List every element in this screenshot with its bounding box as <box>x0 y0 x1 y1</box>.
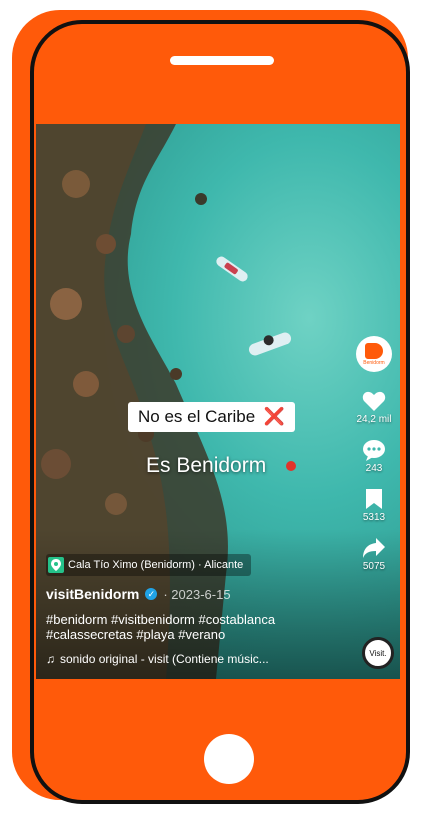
music-note-icon: ♫ <box>46 652 55 666</box>
save-button[interactable]: 5313 <box>363 488 385 523</box>
post-date: · 2023-6-15 <box>163 586 231 602</box>
location-label: Cala Tío Ximo (Benidorm) · Alicante <box>68 559 244 571</box>
comment-icon <box>363 440 385 461</box>
paddleboard-2 <box>248 332 292 356</box>
phone-home-button[interactable] <box>204 734 254 784</box>
sound-row[interactable]: ♫ sonido original - visit (Contiene músi… <box>46 652 269 666</box>
sound-label: sonido original - visit (Contiene músic.… <box>60 652 269 666</box>
music-disc[interactable]: Visit. <box>362 637 394 669</box>
comment-button[interactable]: 243 <box>362 439 386 474</box>
avatar-label: Benidorm <box>363 359 385 366</box>
bookmark-icon <box>366 489 382 509</box>
verified-badge-icon: ✓ <box>145 588 158 600</box>
location-pin-icon <box>48 557 64 573</box>
heart-icon <box>362 391 386 411</box>
post-hashtags[interactable]: #benidorm #visitbenidorm #costablanca #c… <box>46 612 316 642</box>
music-disc-label: Visit. <box>369 648 387 658</box>
video-caption-bottom: Es Benidorm <box>146 454 297 478</box>
share-count: 5075 <box>362 561 386 572</box>
paddleboard-1 <box>216 256 248 282</box>
action-sidebar: Benidorm 24,2 mil 243 5313 5075 <box>354 336 394 572</box>
video-caption-top: No es el Caribe ❌ <box>128 402 296 432</box>
like-count: 24,2 mil <box>356 414 392 425</box>
benidorm-logo-icon <box>365 342 383 359</box>
like-button[interactable]: 24,2 mil <box>356 390 392 425</box>
video-screen[interactable]: No es el Caribe ❌ Es Benidorm Cala Tío X… <box>36 124 400 679</box>
phone-speaker <box>170 56 274 65</box>
comment-count: 243 <box>365 463 383 474</box>
cross-mark-icon: ❌ <box>263 407 286 426</box>
location-tag[interactable]: Cala Tío Ximo (Benidorm) · Alicante <box>46 554 252 576</box>
share-button[interactable]: 5075 <box>362 537 386 572</box>
author-avatar[interactable]: Benidorm <box>356 336 392 372</box>
author-row: visitBenidorm ✓ · 2023-6-15 <box>46 586 231 602</box>
red-pin-icon <box>286 461 297 472</box>
author-username[interactable]: visitBenidorm <box>46 586 139 602</box>
share-arrow-icon <box>363 538 385 558</box>
save-count: 5313 <box>362 512 386 523</box>
